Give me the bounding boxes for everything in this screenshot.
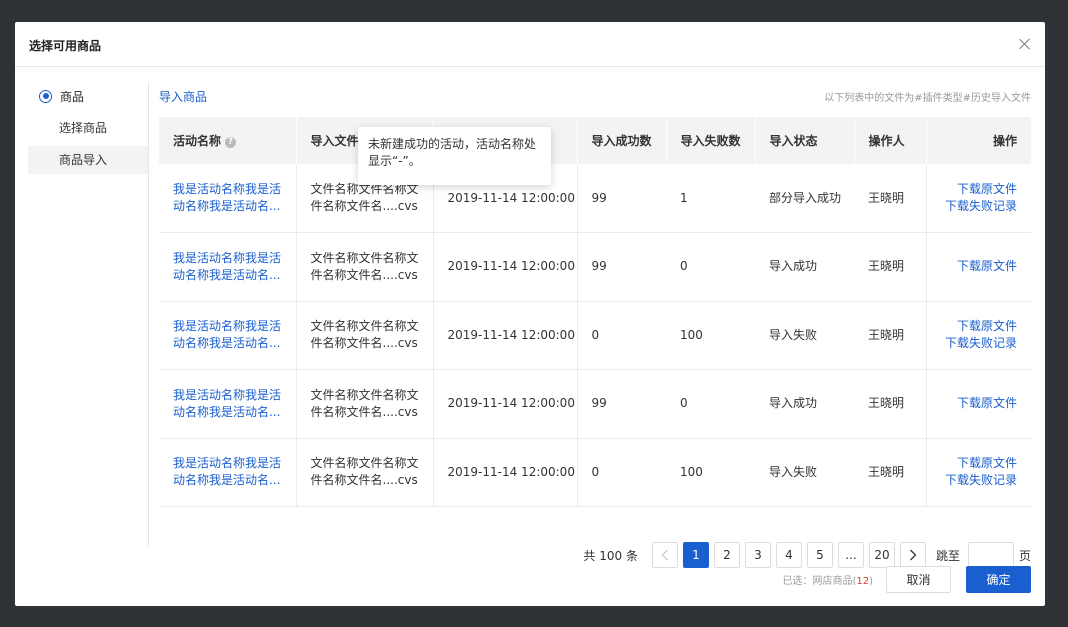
table-header-row: 活动名称? 导入文件名称 导入完成时间 导入成功数 导入失败数 导入状态 操作人… <box>159 117 1031 164</box>
total-count: 共 100 条 <box>583 548 638 563</box>
close-icon[interactable] <box>1017 36 1033 52</box>
activity-name-cell[interactable]: 我是活动名称我是活 动名称我是活动名... <box>159 301 297 370</box>
question-icon[interactable]: ? <box>225 137 237 148</box>
download-fail-record-link[interactable]: 下载失败记录 <box>945 199 1017 213</box>
history-hint: 以下列表中的文件为#插件类型#历史导入文件 <box>824 93 1031 104</box>
selected-count: 12 <box>856 575 870 587</box>
page-button-2[interactable]: 2 <box>713 542 740 568</box>
download-fail-record-link[interactable]: 下载失败记录 <box>945 336 1017 350</box>
download-original-link[interactable]: 下载原文件 <box>957 456 1017 470</box>
operator-cell: 王晓明 <box>854 301 927 370</box>
radio-label: 商品 <box>60 89 85 104</box>
finish-time-cell: 2019-11-14 12:00:00 <box>433 438 578 507</box>
status-cell: 导入失败 <box>755 438 854 507</box>
table-row: 我是活动名称我是活 动名称我是活动名... 文件名称文件名称文 件名称文件名....… <box>159 301 1031 370</box>
page-unit-label: 页 <box>1018 548 1031 563</box>
fail-count-cell: 0 <box>666 369 755 439</box>
operator-cell: 王晓明 <box>854 438 927 507</box>
file-name-cell: 文件名称文件名称文 件名称文件名....cvs <box>296 438 434 507</box>
activity-name-cell[interactable]: 我是活动名称我是活 动名称我是活动名... <box>159 438 297 507</box>
import-history-table: 活动名称? 导入文件名称 导入完成时间 导入成功数 导入失败数 导入状态 操作人… <box>159 117 1031 507</box>
operator-cell: 王晓明 <box>854 369 927 439</box>
chevron-left-icon[interactable] <box>651 542 678 568</box>
actions-cell: 下载原文件 <box>926 369 1031 439</box>
status-cell: 导入成功 <box>755 232 854 302</box>
sidebar-divider <box>148 82 149 547</box>
radio-checked-icon[interactable] <box>39 89 52 103</box>
page-button-3[interactable]: 3 <box>744 542 771 568</box>
finish-time-cell: 2019-11-14 12:00:00 <box>433 301 578 370</box>
modal-title: 选择可用商品 <box>29 39 102 53</box>
page-button-1[interactable]: 1 <box>682 542 709 568</box>
status-cell: 导入成功 <box>755 369 854 439</box>
actions-cell: 下载原文件下载失败记录 <box>926 164 1031 233</box>
success-count-cell: 99 <box>577 232 666 302</box>
finish-time-cell: 2019-11-14 12:00:00 <box>433 232 578 302</box>
fail-count-cell: 1 <box>666 164 755 233</box>
download-original-link[interactable]: 下载原文件 <box>957 319 1017 333</box>
radio-product[interactable]: 商品 <box>28 82 149 110</box>
actions-cell: 下载原文件 <box>926 232 1031 302</box>
status-cell: 导入失败 <box>755 301 854 370</box>
download-original-link[interactable]: 下载原文件 <box>957 396 1017 410</box>
modal-footer: 已选：网店商品(12) 取消 确定 <box>782 565 1031 593</box>
modal-header: 选择可用商品 <box>15 22 1045 67</box>
file-name-cell: 文件名称文件名称文 件名称文件名....cvs <box>296 369 434 439</box>
main-content: 导入商品 以下列表中的文件为#插件类型#历史导入文件 未新建成功的活动，活动名称… <box>159 82 1031 507</box>
table-row: 我是活动名称我是活 动名称我是活动名... 文件名称文件名称文 件名称文件名....… <box>159 438 1031 507</box>
status-cell: 部分导入成功 <box>755 164 854 233</box>
table-row: 我是活动名称我是活 动名称我是活动名... 文件名称文件名称文 件名称文件名....… <box>159 369 1031 439</box>
content-top-row: 导入商品 以下列表中的文件为#插件类型#历史导入文件 <box>159 82 1031 110</box>
header-success-count: 导入成功数 <box>577 117 667 164</box>
download-original-link[interactable]: 下载原文件 <box>957 259 1017 273</box>
header-actions: 操作 <box>926 117 1031 164</box>
cancel-button[interactable]: 取消 <box>886 565 951 593</box>
header-operator: 操作人 <box>854 117 927 164</box>
select-product-modal: 选择可用商品 商品 选择商品 商品导入 导入商品 以下列表中的文件为#插件类型#… <box>15 22 1045 606</box>
activity-name-cell[interactable]: 我是活动名称我是活 动名称我是活动名... <box>159 232 297 302</box>
operator-cell: 王晓明 <box>854 164 927 233</box>
file-name-cell: 文件名称文件名称文 件名称文件名....cvs <box>296 301 434 370</box>
table-row: 我是活动名称我是活 动名称我是活动名... 文件名称文件名称文 件名称文件名....… <box>159 164 1031 233</box>
file-name-cell: 文件名称文件名称文 件名称文件名....cvs <box>296 232 434 302</box>
download-original-link[interactable]: 下载原文件 <box>957 182 1017 196</box>
success-count-cell: 0 <box>577 438 666 507</box>
download-fail-record-link[interactable]: 下载失败记录 <box>945 473 1017 487</box>
sidebar-item-select-product[interactable]: 选择商品 <box>28 114 149 142</box>
sidebar-item-product-import[interactable]: 商品导入 <box>28 146 149 174</box>
header-fail-count: 导入失败数 <box>666 117 756 164</box>
header-status: 导入状态 <box>755 117 855 164</box>
table-row: 我是活动名称我是活 动名称我是活动名... 文件名称文件名称文 件名称文件名....… <box>159 232 1031 302</box>
fail-count-cell: 0 <box>666 232 755 302</box>
success-count-cell: 99 <box>577 164 666 233</box>
activity-name-cell[interactable]: 我是活动名称我是活 动名称我是活动名... <box>159 369 297 439</box>
finish-time-cell: 2019-11-14 12:00:00 <box>433 369 578 439</box>
fail-count-cell: 100 <box>666 301 755 370</box>
sidebar: 商品 选择商品 商品导入 <box>28 82 149 174</box>
header-activity-name: 活动名称? <box>159 117 297 164</box>
selected-summary: 已选：网店商品(12) <box>782 575 873 587</box>
success-count-cell: 0 <box>577 301 666 370</box>
activity-name-cell[interactable]: 我是活动名称我是活 动名称我是活动名... <box>159 164 297 233</box>
activity-name-tooltip: 未新建成功的活动，活动名称处显示“-”。 <box>358 127 551 185</box>
import-product-link[interactable]: 导入商品 <box>159 88 207 105</box>
fail-count-cell: 100 <box>666 438 755 507</box>
jump-label: 跳至 <box>935 548 960 563</box>
operator-cell: 王晓明 <box>854 232 927 302</box>
actions-cell: 下载原文件下载失败记录 <box>926 301 1031 370</box>
success-count-cell: 99 <box>577 369 666 439</box>
actions-cell: 下载原文件下载失败记录 <box>926 438 1031 507</box>
confirm-button[interactable]: 确定 <box>966 565 1031 593</box>
